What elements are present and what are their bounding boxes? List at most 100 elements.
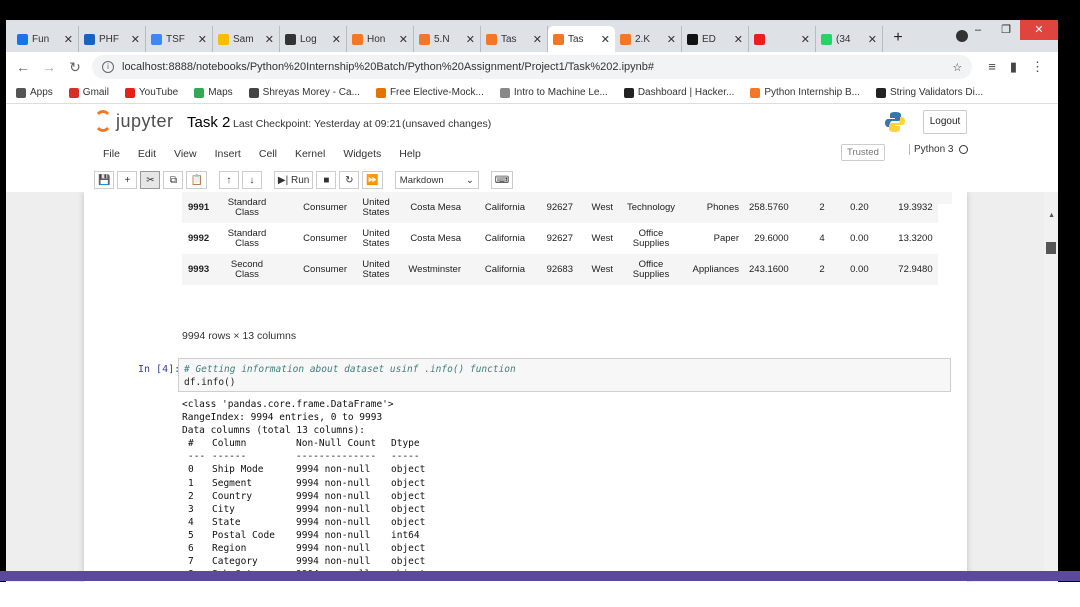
keyboard-icon[interactable]: ⌨	[490, 171, 514, 189]
info-icon[interactable]: i	[102, 61, 114, 73]
logout-button[interactable]: Logout	[923, 110, 967, 134]
tab-close-icon[interactable]: ✕	[533, 33, 542, 46]
bookmark-item[interactable]: Intro to Machine Le...	[499, 87, 608, 98]
bookmark-item[interactable]: YouTube	[124, 87, 178, 98]
bookmark-icon	[750, 87, 761, 98]
trusted-indicator[interactable]: Trusted	[841, 144, 885, 161]
menu-item-view[interactable]: View	[165, 148, 206, 160]
menu-item-edit[interactable]: Edit	[129, 148, 165, 160]
unsaved-status: (unsaved changes)	[402, 118, 492, 130]
stop-icon[interactable]: ■	[316, 171, 337, 189]
tab-close-icon[interactable]: ✕	[399, 33, 408, 46]
paste-icon[interactable]: 📋	[186, 171, 207, 189]
run-all-icon[interactable]: ⏩	[362, 171, 383, 189]
tab-close-icon[interactable]: ✕	[667, 33, 676, 46]
browser-tab[interactable]: Log ✕	[280, 26, 347, 52]
menu-item-help[interactable]: Help	[390, 148, 430, 160]
menu-item-cell[interactable]: Cell	[250, 148, 286, 160]
row-count: 9994 rows × 13 columns	[182, 330, 297, 342]
info-column-row: 2 Country 9994 non-null object	[182, 490, 441, 503]
run-label: Run	[290, 174, 310, 186]
browser-tab[interactable]: TSF ✕	[146, 26, 213, 52]
cell-output: <class 'pandas.core.frame.DataFrame'> Ran…	[182, 398, 441, 581]
tab-close-icon[interactable]: ✕	[198, 33, 207, 46]
output-line: <class 'pandas.core.frame.DataFrame'>	[182, 399, 394, 410]
menu-item-kernel[interactable]: Kernel	[286, 148, 334, 160]
menu-item-widgets[interactable]: Widgets	[334, 148, 390, 160]
reload-icon[interactable]: ↻	[66, 59, 84, 76]
tab-close-icon[interactable]: ✕	[332, 33, 341, 46]
tab-close-icon[interactable]: ✕	[265, 33, 274, 46]
browser-tab[interactable]: Sam ✕	[213, 26, 280, 52]
tab-close-icon[interactable]: ✕	[801, 33, 810, 46]
bookmark-item[interactable]: String Validators Di...	[875, 87, 983, 98]
scrollbar[interactable]: ▲	[1044, 192, 1058, 582]
minimize-icon[interactable]: –	[964, 20, 992, 40]
kernel-indicator[interactable]: Python 3	[909, 144, 969, 155]
browser-tab[interactable]: ✕	[749, 26, 816, 52]
table-cell: 4	[819, 233, 825, 244]
tab-close-icon[interactable]: ✕	[131, 33, 140, 46]
info-column-row: 1 Segment 9994 non-null object	[182, 477, 441, 490]
bookmark-item[interactable]: Gmail	[68, 87, 109, 98]
menu-item-insert[interactable]: Insert	[206, 148, 250, 160]
browser-tab[interactable]: 2.K ✕	[615, 26, 682, 52]
playlist-icon[interactable]: ≡	[988, 59, 996, 75]
output-cell: Postal Code	[212, 529, 275, 541]
scrollbar-thumb[interactable]	[1046, 242, 1056, 254]
insert-cell-icon[interactable]: +	[117, 171, 138, 189]
back-icon[interactable]: ←	[14, 59, 32, 75]
tab-title: Tas	[568, 33, 584, 45]
url-input[interactable]: i localhost:8888/notebooks/Python%20Inte…	[92, 55, 973, 79]
save-icon[interactable]: 💾	[94, 171, 115, 189]
tab-close-icon[interactable]: ✕	[601, 33, 610, 46]
tab-bar: Fun ✕ PHF ✕ TSF ✕ Sam ✕ Log ✕ Hon ✕ 5.N ✕ Tas ✕ Tas ✕ 2.K ✕…	[6, 20, 1058, 52]
browser-tab[interactable]: Fun ✕	[12, 26, 79, 52]
output-cell: object	[391, 516, 426, 528]
browser-tab[interactable]: PHF ✕	[79, 26, 146, 52]
tab-close-icon[interactable]: ✕	[868, 33, 877, 46]
cut-icon[interactable]: ✂	[140, 171, 161, 189]
menu-item-file[interactable]: File	[94, 148, 129, 160]
browser-tab[interactable]: Tas ✕	[481, 26, 548, 52]
tab-close-icon[interactable]: ✕	[734, 33, 743, 46]
restore-icon[interactable]: ❐	[992, 20, 1020, 40]
menu-icon[interactable]: ⋮	[1031, 59, 1044, 75]
bookmark-item[interactable]: Free Elective-Mock...	[375, 87, 484, 98]
bookmark-item[interactable]: Python Internship B...	[750, 87, 860, 98]
cell-type-select[interactable]: Markdown ⌄	[394, 171, 479, 189]
browser-tab[interactable]: ED ✕	[682, 26, 749, 52]
bookmark-item[interactable]: Apps	[16, 87, 53, 98]
tab-close-icon[interactable]: ✕	[64, 33, 73, 46]
bookmark-item[interactable]: Maps	[194, 87, 233, 98]
browser-tab[interactable]: Hon ✕	[347, 26, 414, 52]
move-down-icon[interactable]: ↓	[241, 171, 262, 189]
table-cell: Office Supplies	[632, 227, 670, 249]
bookmark-item[interactable]: Dashboard | Hacker...	[623, 87, 734, 98]
bookmark-item[interactable]: Shreyas Morey - Ca...	[248, 87, 360, 98]
jupyter-logo[interactable]: jupyter	[94, 110, 174, 132]
browser-tab[interactable]: Tas ✕	[548, 26, 615, 52]
output-cell: -----	[391, 451, 420, 463]
tab-close-icon[interactable]: ✕	[466, 33, 475, 46]
output-cell: int64	[391, 529, 420, 541]
bookmark-label: Python Internship B...	[764, 87, 860, 98]
browser-tab[interactable]: (34 ✕	[816, 26, 883, 52]
forward-icon[interactable]: →	[40, 59, 58, 75]
table-cell: Westminster	[400, 254, 466, 285]
output-cell: object	[391, 464, 426, 476]
code-cell[interactable]: # Getting information about dataset usin…	[178, 358, 951, 392]
restart-icon[interactable]: ↻	[339, 171, 360, 189]
star-icon[interactable]: ☆	[952, 61, 962, 74]
output-cell: object	[391, 477, 426, 489]
table-cell: 92627	[530, 192, 578, 223]
move-up-icon[interactable]: ↑	[218, 171, 239, 189]
scroll-up-icon[interactable]: ▲	[1048, 212, 1055, 219]
close-icon[interactable]: ✕	[1020, 20, 1058, 40]
new-tab-icon[interactable]: +	[883, 26, 913, 52]
notebook-title[interactable]: Task 2	[187, 114, 230, 131]
browser-tab[interactable]: 5.N ✕	[414, 26, 481, 52]
run-button[interactable]: ▶| Run	[273, 171, 314, 189]
copy-icon[interactable]: ⧉	[163, 171, 184, 189]
extension-icon[interactable]: ▮	[1010, 59, 1017, 75]
